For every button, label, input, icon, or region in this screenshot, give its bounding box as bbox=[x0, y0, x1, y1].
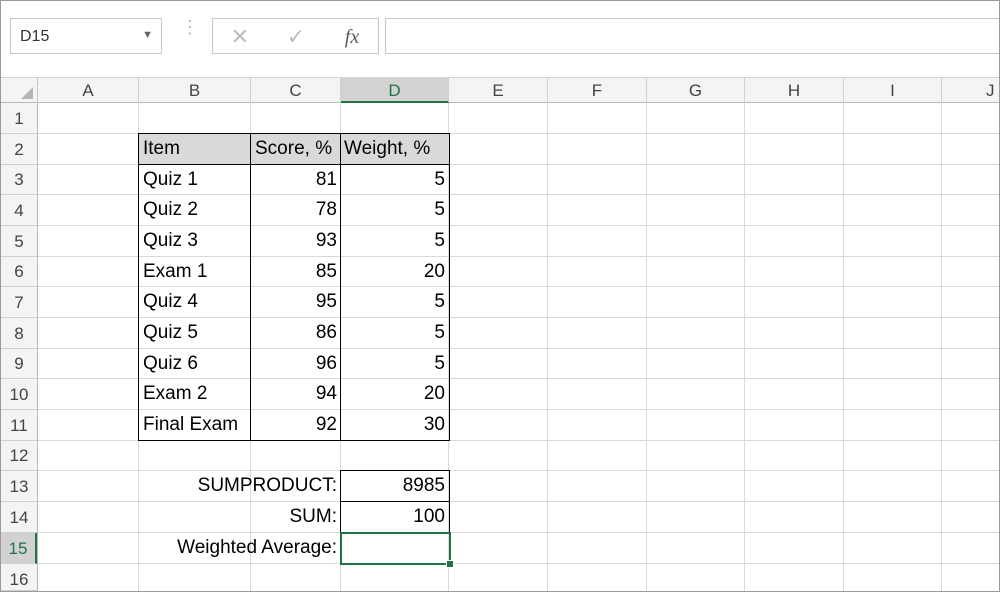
cancel-icon[interactable]: ✕ bbox=[225, 24, 255, 50]
column-header-selected[interactable]: D bbox=[341, 78, 449, 103]
cell-grid[interactable]: Item Score, % Weight, % Quiz 1 81 5 Quiz… bbox=[38, 103, 999, 591]
gridline bbox=[646, 103, 647, 591]
row-header[interactable]: 16 bbox=[1, 564, 37, 591]
sum-label[interactable]: SUM: bbox=[139, 502, 341, 533]
insert-function-icon[interactable]: fx bbox=[337, 24, 367, 50]
table-border bbox=[138, 164, 450, 165]
table-border bbox=[250, 133, 251, 441]
column-header[interactable]: G bbox=[647, 78, 745, 103]
column-header[interactable]: E bbox=[449, 78, 548, 103]
row-header[interactable]: 7 bbox=[1, 287, 37, 318]
column-header[interactable]: C bbox=[251, 78, 341, 103]
gridline bbox=[843, 103, 844, 591]
enter-icon[interactable]: ✓ bbox=[281, 24, 311, 50]
row-header[interactable]: 8 bbox=[1, 318, 37, 349]
row-header[interactable]: 10 bbox=[1, 379, 37, 410]
summary-border bbox=[340, 501, 450, 502]
formula-input[interactable] bbox=[385, 18, 999, 54]
table-border bbox=[340, 133, 341, 441]
row-header-selected[interactable]: 15 bbox=[1, 533, 37, 564]
chevron-down-icon[interactable]: ▼ bbox=[142, 29, 153, 41]
column-headers: A B C D E F G H I J bbox=[1, 77, 999, 103]
select-all-icon bbox=[21, 87, 33, 99]
row-header[interactable]: 11 bbox=[1, 410, 37, 441]
row-header[interactable]: 13 bbox=[1, 471, 37, 502]
name-box[interactable]: D15 ▼ bbox=[10, 18, 162, 54]
column-header[interactable]: I bbox=[844, 78, 942, 103]
row-header[interactable]: 2 bbox=[1, 134, 37, 165]
spreadsheet-window: D15 ▼ ⋮ ✕ ✓ fx A B C D E F G H I J 1 2 3… bbox=[0, 0, 1000, 592]
row-header[interactable]: 6 bbox=[1, 257, 37, 287]
column-header[interactable]: F bbox=[548, 78, 647, 103]
row-header[interactable]: 9 bbox=[1, 349, 37, 379]
gridline bbox=[941, 103, 942, 591]
row-header[interactable]: 3 bbox=[1, 165, 37, 195]
row-headers: 1 2 3 4 5 6 7 8 9 10 11 12 13 14 15 16 bbox=[1, 103, 38, 591]
formula-buttons: ✕ ✓ fx bbox=[212, 18, 379, 54]
formula-bar: D15 ▼ ⋮ ✕ ✓ fx bbox=[1, 1, 999, 77]
table-border bbox=[138, 133, 450, 441]
gridline bbox=[744, 103, 745, 591]
row-header[interactable]: 14 bbox=[1, 502, 37, 533]
column-header[interactable]: H bbox=[745, 78, 844, 103]
gridline bbox=[547, 103, 548, 591]
column-header[interactable]: J bbox=[942, 78, 999, 103]
row-header[interactable]: 1 bbox=[1, 103, 37, 134]
select-all-button[interactable] bbox=[1, 78, 38, 103]
row-header[interactable]: 4 bbox=[1, 195, 37, 226]
sumproduct-label[interactable]: SUMPRODUCT: bbox=[139, 471, 341, 502]
fill-handle[interactable] bbox=[446, 560, 454, 568]
column-header[interactable]: B bbox=[139, 78, 251, 103]
weighted-average-label[interactable]: Weighted Average: bbox=[118, 533, 341, 564]
row-header[interactable]: 5 bbox=[1, 226, 37, 257]
active-cell-selection[interactable] bbox=[340, 532, 451, 565]
column-header[interactable]: A bbox=[38, 78, 139, 103]
name-box-value: D15 bbox=[20, 28, 50, 45]
row-header[interactable]: 12 bbox=[1, 441, 37, 471]
formula-bar-grip-icon[interactable]: ⋮ bbox=[181, 18, 199, 36]
